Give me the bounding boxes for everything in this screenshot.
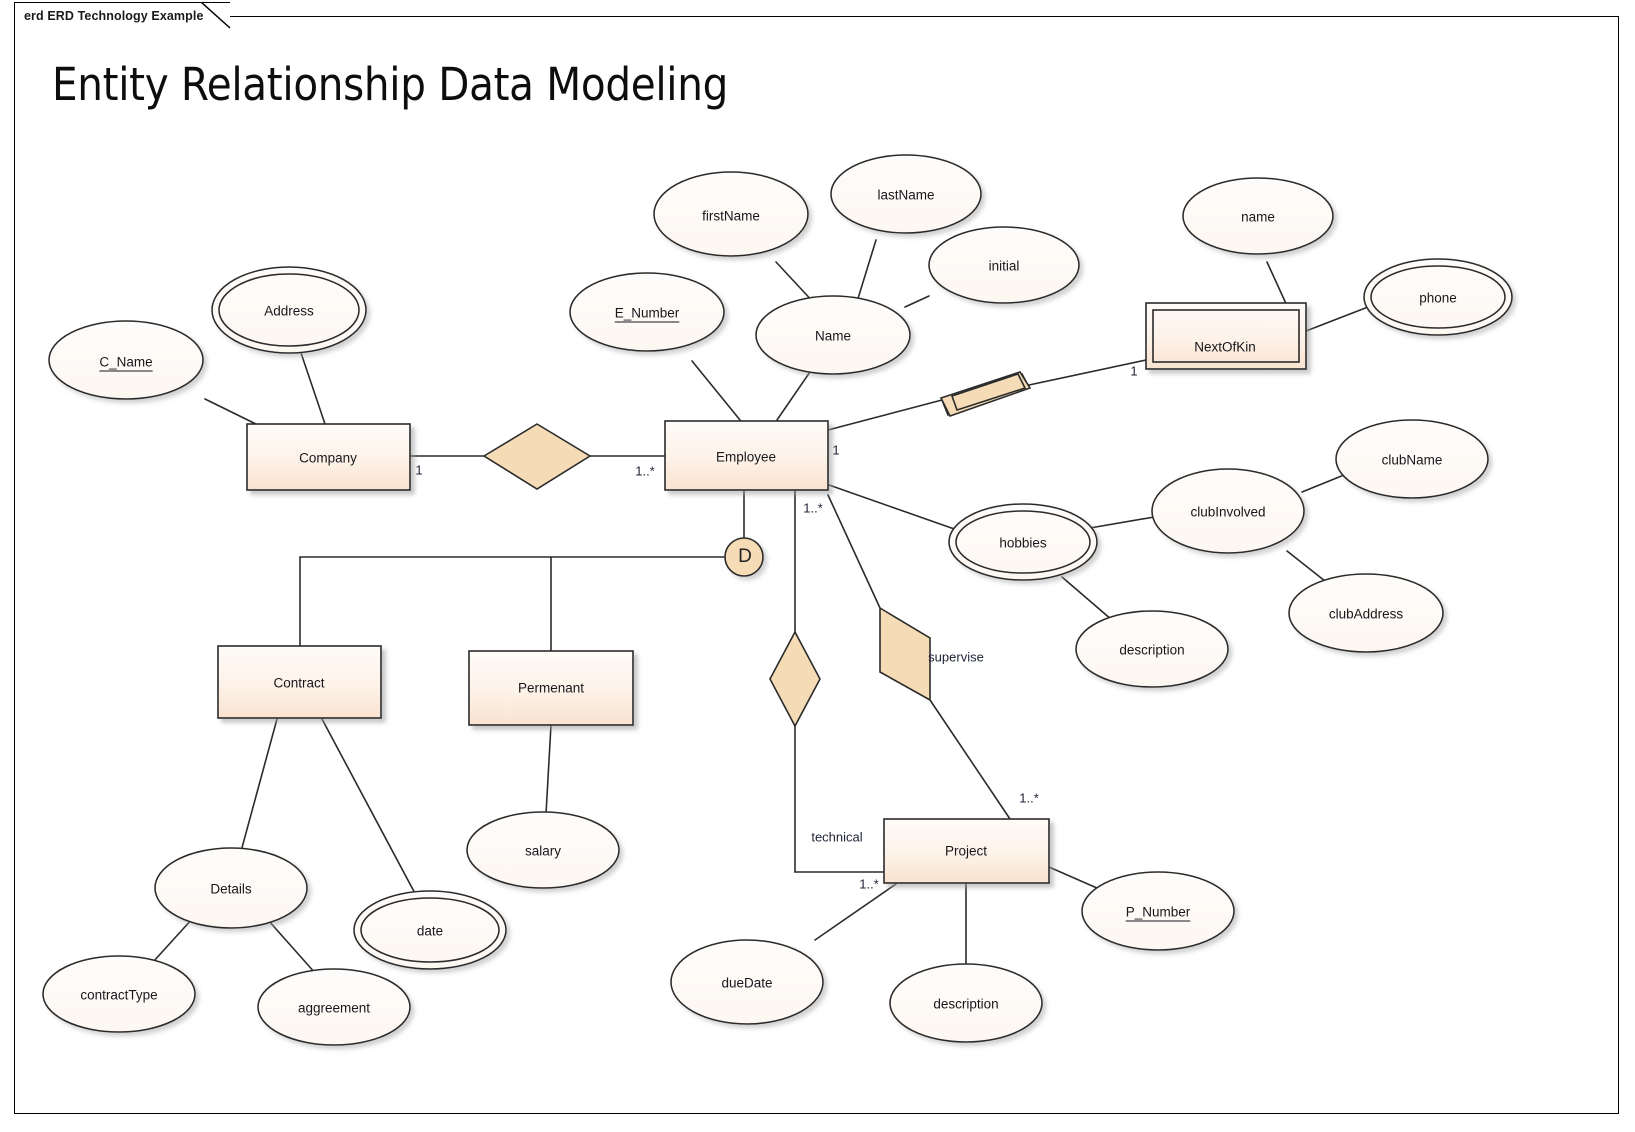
entity-company-shape[interactable] xyxy=(246,423,411,491)
erd-diagram-page: erd ERD Technology Example Entity Relati… xyxy=(0,0,1635,1132)
attribute-p_number-shape[interactable] xyxy=(1081,871,1235,951)
attribute-phone-outer-shape[interactable] xyxy=(1363,258,1513,336)
attribute-clubinvolved-shape[interactable] xyxy=(1151,468,1305,554)
entity-permenant-shape[interactable] xyxy=(468,650,634,726)
attribute-e_number-shape[interactable] xyxy=(569,272,725,352)
relationship-supervise-shape[interactable] xyxy=(879,606,931,702)
attribute-contracttype-shape[interactable] xyxy=(42,955,196,1033)
attribute-c_name-shape[interactable] xyxy=(48,320,204,400)
tab-slant-decoration xyxy=(200,2,231,29)
entity-employee-shape[interactable] xyxy=(664,420,829,491)
attribute-nok-name-shape[interactable] xyxy=(1182,177,1334,255)
diagram-tab[interactable]: erd ERD Technology Example xyxy=(14,2,231,29)
attribute-clubaddress-shape[interactable] xyxy=(1288,573,1444,653)
node-shape-layer xyxy=(42,154,1513,1046)
attribute-initial-shape[interactable] xyxy=(928,226,1080,304)
attribute-duedate-shape[interactable] xyxy=(670,939,824,1025)
attribute-lastname-shape[interactable] xyxy=(830,154,982,234)
attribute-project-description-shape[interactable] xyxy=(889,963,1043,1043)
diagram-tab-label: erd ERD Technology Example xyxy=(24,8,204,23)
entity-contract-shape[interactable] xyxy=(217,645,382,719)
attribute-firstname-shape[interactable] xyxy=(653,171,809,257)
attribute-hobbies-description-shape[interactable] xyxy=(1075,610,1229,688)
attribute-address-outer-shape[interactable] xyxy=(211,266,367,354)
attribute-date-outer-shape[interactable] xyxy=(353,890,507,970)
attribute-clubname-shape[interactable] xyxy=(1335,419,1489,499)
entity-nextofkin-outer-shape[interactable] xyxy=(1145,302,1307,370)
entity-project-shape[interactable] xyxy=(883,818,1050,884)
attribute-aggreement-shape[interactable] xyxy=(257,968,411,1046)
relationship-company-employee-shape[interactable] xyxy=(482,423,592,490)
relationship-has-nextofkin-shape[interactable] xyxy=(939,371,1032,417)
attribute-name-shape[interactable] xyxy=(755,295,911,375)
relationship-technical-shape[interactable] xyxy=(769,630,821,728)
specialization-disjoint-shape[interactable] xyxy=(724,537,764,577)
attribute-details-shape[interactable] xyxy=(154,847,308,929)
attribute-salary-shape[interactable] xyxy=(466,811,620,889)
attribute-hobbies-outer-shape[interactable] xyxy=(948,503,1098,581)
